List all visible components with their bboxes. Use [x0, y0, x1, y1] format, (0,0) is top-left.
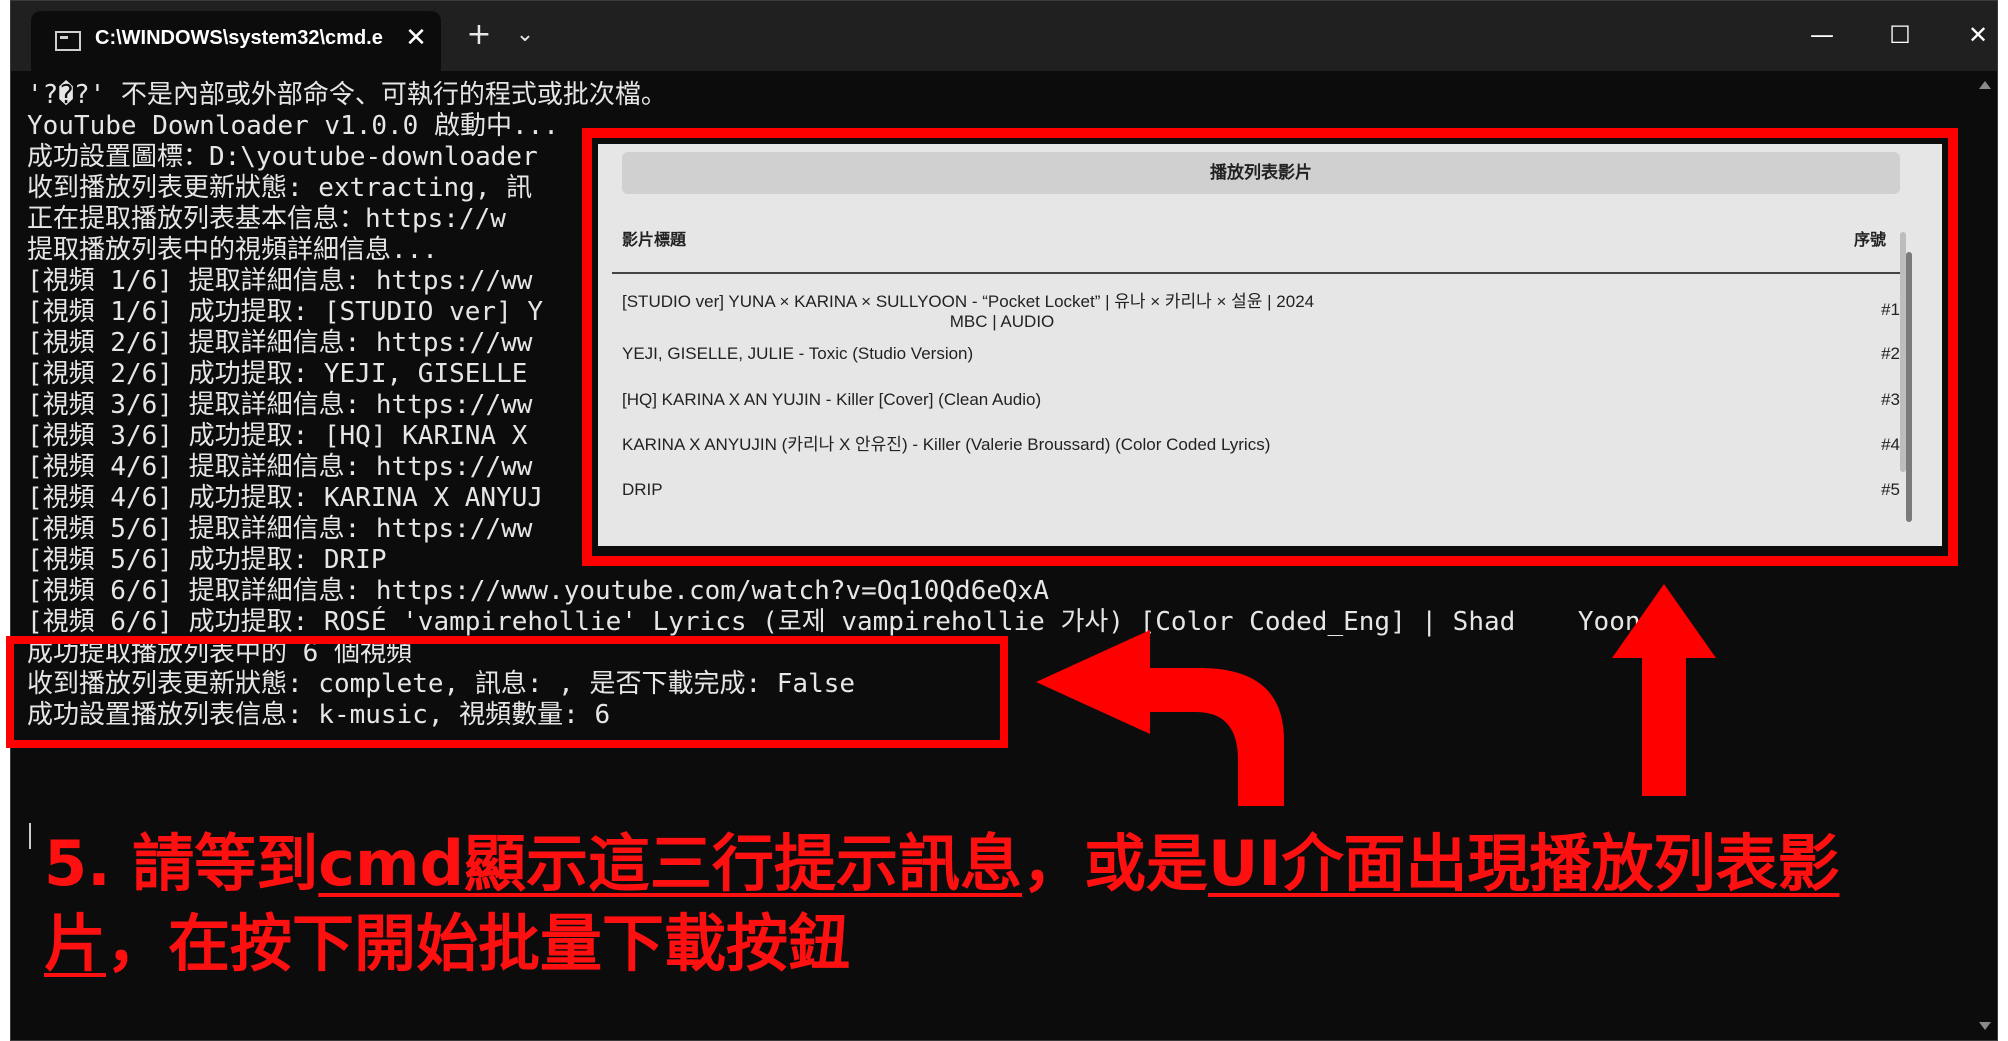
chevron-down-icon[interactable]: ⌄	[507, 15, 543, 55]
playlist-row-index: #4	[1881, 435, 1900, 454]
terminal-line: YouTube Downloader v1.0.0 啟動中...	[27, 111, 559, 141]
column-header-title[interactable]: 影片標題	[622, 226, 686, 250]
playlist-row-title[interactable]: [STUDIO ver] YUNA × KARINA × SULLYOON - …	[622, 292, 1382, 312]
playlist-header: 播放列表影片	[622, 152, 1900, 194]
terminal-line: 正在提取播放列表基本信息：https://w	[27, 204, 506, 234]
terminal-line: [視頻 6/6] 成功提取: ROSÉ 'vampirehollie' Lyri…	[27, 607, 1672, 637]
terminal-line: [視頻 4/6] 提取詳細信息: https://ww	[27, 452, 533, 482]
terminal-line: 收到播放列表更新狀態: extracting, 訊	[27, 173, 533, 203]
terminal-line: [視頻 1/6] 提取詳細信息: https://ww	[27, 266, 533, 296]
terminal-line: [視頻 4/6] 成功提取: KARINA X ANYUJ	[27, 483, 544, 513]
playlist-row-title-cont[interactable]: MBC | AUDIO	[622, 312, 1382, 332]
playlist-row-index: #2	[1881, 344, 1900, 363]
terminal-line: [視頻 6/6] 提取詳細信息: https://www.youtube.com…	[27, 576, 1049, 606]
divider	[612, 272, 1902, 274]
instruction-ui-cont: 片	[44, 907, 107, 980]
playlist-row-index: #3	[1881, 390, 1900, 409]
terminal-tab[interactable]: C:\WINDOWS\system32\cmd.e ✕	[31, 11, 441, 71]
playlist-scrollbar[interactable]	[1906, 252, 1912, 522]
column-header-index[interactable]: 序號	[1854, 226, 1886, 250]
scroll-down-icon[interactable]	[1979, 1022, 1991, 1030]
terminal-line: 提取播放列表中的視頻詳細信息...	[27, 235, 438, 265]
instruction-ui: UI介面出現播放列表影	[1208, 827, 1840, 900]
minimize-button[interactable]: —	[1787, 7, 1857, 63]
instruction-action: ，在按下開始批量下載按鈕	[106, 907, 851, 980]
terminal-line: [視頻 3/6] 成功提取: [HQ] KARINA X	[27, 421, 528, 451]
maximize-button[interactable]: ☐	[1865, 7, 1935, 63]
playlist-row-title[interactable]: YEJI, GISELLE, JULIE - Toxic (Studio Ver…	[622, 344, 1382, 364]
playlist-row-index: #1	[1881, 300, 1900, 319]
instruction-or: ，或是	[1022, 827, 1209, 900]
tab-title: C:\WINDOWS\system32\cmd.e	[95, 27, 383, 49]
terminal-line: [視頻 2/6] 成功提取: YEJI, GISELLE	[27, 359, 528, 389]
scroll-up-icon[interactable]	[1979, 81, 1991, 89]
playlist-row-title[interactable]: [HQ] KARINA X AN YUJIN - Killer [Cover] …	[622, 390, 1382, 410]
terminal-line: [視頻 2/6] 提取詳細信息: https://ww	[27, 328, 533, 358]
terminal-scrollbar[interactable]	[1973, 71, 1997, 1040]
playlist-row-index: #5	[1881, 480, 1900, 499]
playlist-panel: 播放列表影片 影片標題 序號 [STUDIO ver] YUNA × KARIN…	[598, 144, 1942, 546]
terminal-line: [視頻 3/6] 提取詳細信息: https://ww	[27, 390, 533, 420]
close-window-button[interactable]: ✕	[1943, 7, 1997, 63]
instruction-cmd: cmd顯示這三行提示訊息	[318, 827, 1023, 900]
title-bar: C:\WINDOWS\system32\cmd.e ✕ + ⌄ — ☐ ✕	[11, 1, 1997, 71]
instruction-line-1: 5. 請等到cmd顯示這三行提示訊息，或是UI介面出現播放列表影	[44, 828, 1839, 900]
terminal-line: [視頻 1/6] 成功提取: [STUDIO ver] Y	[27, 297, 544, 327]
terminal-line: [視頻 5/6] 成功提取: DRIP	[27, 545, 387, 575]
text-cursor	[29, 823, 31, 849]
instruction-step: 5. 請等到	[44, 827, 319, 900]
highlight-box-terminal	[6, 636, 1008, 748]
cmd-icon	[55, 31, 81, 51]
terminal-line: [視頻 5/6] 提取詳細信息: https://ww	[27, 514, 533, 544]
playlist-row-title[interactable]: KARINA X ANYUJIN (카리나 X 안유진) - Killer (V…	[622, 435, 1522, 455]
terminal-line: 成功設置圖標：D:\youtube-downloader	[27, 142, 538, 172]
new-tab-button[interactable]: +	[457, 15, 501, 55]
terminal-line: '?�?' 不是內部或外部命令、可執行的程式或批次檔。	[27, 80, 667, 110]
close-tab-icon[interactable]: ✕	[401, 23, 431, 53]
instruction-line-2: 片，在按下開始批量下載按鈕	[44, 908, 850, 980]
playlist-row-title[interactable]: DRIP	[622, 480, 1382, 500]
